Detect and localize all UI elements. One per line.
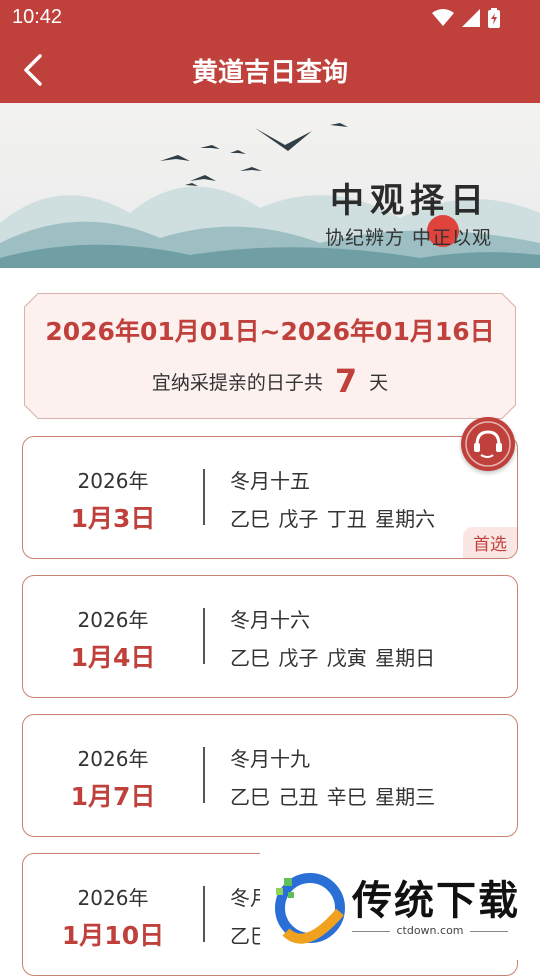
card-ganzhi: 乙巳 戊子 戊寅 星期日 [230, 646, 436, 670]
watermark-url: ctdown.com [390, 924, 470, 937]
status-time: 10:42 [12, 6, 63, 28]
result-card[interactable]: 2026年 1月4日 冬月十六 乙巳 戊子 戊寅 星期日 [22, 575, 518, 698]
watermark-name: 传统下载 [352, 878, 520, 924]
page-title: 黄道吉日查询 [191, 58, 348, 88]
card-ganzhi: 乙巳 戊子 丁丑 星期六 [230, 507, 436, 531]
card-divider [203, 747, 205, 803]
card-year: 2026年 [77, 886, 149, 910]
result-card[interactable]: 2026年 1月7日 冬月十九 乙巳 己丑 辛巳 星期三 [22, 714, 518, 837]
app-header: 黄道吉日查询 [0, 36, 540, 103]
card-lunar-date: 冬月十六 [230, 608, 310, 632]
card-lunar-date: 冬月十九 [230, 747, 310, 771]
signal-icon [462, 9, 480, 27]
card-date: 1月4日 [70, 643, 156, 672]
site-watermark: 传统下载 ctdown.com [260, 852, 540, 960]
card-divider [203, 608, 205, 664]
status-icons [432, 8, 500, 28]
card-lunar-date: 冬月十五 [230, 469, 310, 493]
card-year: 2026年 [77, 747, 149, 771]
summary-border [24, 293, 516, 419]
card-date: 1月7日 [70, 782, 156, 811]
battery-icon [488, 8, 500, 28]
card-date: 1月3日 [70, 504, 156, 533]
card-divider [203, 886, 205, 942]
card-divider [203, 469, 205, 525]
watermark-logo [275, 873, 345, 944]
banner-subtitle: 协纪辨方 中正以观 [325, 227, 493, 249]
card-ganzhi: 乙巳 己丑 辛巳 星期三 [230, 785, 436, 809]
status-bar: 10:42 [0, 0, 540, 36]
result-card[interactable]: 2026年 1月3日 冬月十五 乙巳 戊子 丁丑 星期六 首选 [22, 436, 518, 559]
banner-image: 中观择日 协纪辨方 中正以观 [0, 103, 540, 268]
banner-title: 中观择日 [330, 181, 490, 221]
customer-service-button[interactable] [461, 417, 515, 471]
card-date: 1月10日 [61, 921, 165, 950]
card-year: 2026年 [77, 469, 149, 493]
card-year: 2026年 [77, 608, 149, 632]
customer-service-icon [465, 421, 511, 467]
wifi-icon [432, 9, 454, 26]
preferred-badge: 首选 [463, 527, 517, 558]
